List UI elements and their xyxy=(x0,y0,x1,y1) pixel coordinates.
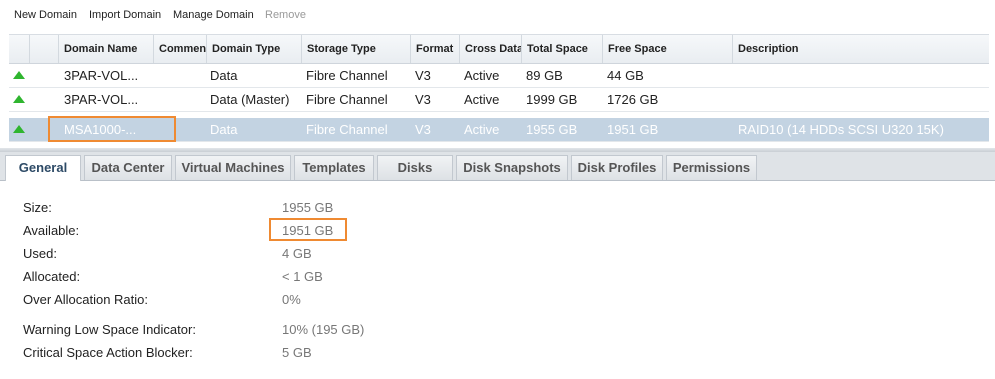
domain-name-cell: 3PAR-VOL... xyxy=(64,68,139,83)
domain-type-cell: Data xyxy=(210,122,238,137)
allocated-value: < 1 GB xyxy=(282,269,323,284)
size-value: 1955 GB xyxy=(282,200,334,215)
format-cell: V3 xyxy=(415,92,431,107)
storage-type-cell: Fibre Channel xyxy=(306,92,388,107)
table-row[interactable]: 3PAR-VOL... Data Fibre Channel V3 Active… xyxy=(9,64,989,88)
header-total-space[interactable]: Total Space xyxy=(521,35,602,63)
available-value: 1951 GB xyxy=(282,223,334,238)
domain-name-cell: 3PAR-VOL... xyxy=(64,92,139,107)
free-space-cell: 44 GB xyxy=(607,68,644,83)
available-label: Available: xyxy=(23,223,80,238)
format-cell: V3 xyxy=(415,122,431,137)
total-space-cell: 89 GB xyxy=(526,68,563,83)
tab-general[interactable]: General xyxy=(5,155,81,181)
tab-disk-snapshots[interactable]: Disk Snapshots xyxy=(456,155,568,180)
header-domain-name[interactable]: Domain Name xyxy=(58,35,153,63)
header-status[interactable] xyxy=(9,35,29,63)
comment-cell xyxy=(153,88,206,111)
header-comment[interactable]: Comment xyxy=(153,35,206,63)
cross-data-cell: Active xyxy=(464,122,500,137)
used-label: Used: xyxy=(23,246,57,261)
up-arrow-icon xyxy=(13,71,25,79)
warning-low-space-label: Warning Low Space Indicator: xyxy=(23,322,196,337)
description-cell xyxy=(732,64,989,87)
format-cell: V3 xyxy=(415,68,431,83)
tab-templates[interactable]: Templates xyxy=(294,155,374,180)
tab-disks[interactable]: Disks xyxy=(377,155,453,180)
tab-virtual-machines[interactable]: Virtual Machines xyxy=(175,155,291,180)
description-cell: RAID10 (14 HDDs SCSI U320 15K) xyxy=(738,122,944,137)
import-domain-button[interactable]: Import Domain xyxy=(89,9,161,21)
header-free-space[interactable]: Free Space xyxy=(602,35,732,63)
tab-data-center[interactable]: Data Center xyxy=(84,155,172,180)
domain-type-cell: Data xyxy=(210,68,238,83)
up-arrow-icon xyxy=(13,95,25,103)
free-space-cell: 1726 GB xyxy=(607,92,659,107)
remove-button[interactable]: Remove xyxy=(265,9,306,21)
comment-cell xyxy=(153,64,206,87)
total-space-cell: 1955 GB xyxy=(526,122,578,137)
manage-domain-button[interactable]: Manage Domain xyxy=(173,9,254,21)
header-format[interactable]: Format xyxy=(410,35,459,63)
general-panel: Size: 1955 GB Available: 1951 GB Used: 4… xyxy=(0,181,995,379)
tab-disk-profiles[interactable]: Disk Profiles xyxy=(571,155,663,180)
description-cell xyxy=(732,88,989,111)
toolbar: New Domain Import Domain Manage Domain R… xyxy=(0,0,995,32)
storage-type-cell: Fibre Channel xyxy=(306,68,388,83)
cross-data-cell: Active xyxy=(464,68,500,83)
header-storage-type[interactable]: Storage Type xyxy=(301,35,410,63)
domain-type-cell: Data (Master) xyxy=(210,92,290,107)
table-row-selected[interactable]: MSA1000-... Data Fibre Channel V3 Active… xyxy=(9,118,989,142)
total-space-cell: 1999 GB xyxy=(526,92,578,107)
header-blank[interactable] xyxy=(29,35,58,63)
over-allocation-ratio-label: Over Allocation Ratio: xyxy=(23,292,149,307)
up-arrow-icon xyxy=(13,125,25,133)
detail-tab-bar: General Data Center Virtual Machines Tem… xyxy=(0,152,995,181)
tab-permissions[interactable]: Permissions xyxy=(666,155,757,180)
size-label: Size: xyxy=(23,200,52,215)
over-allocation-ratio-value: 0% xyxy=(282,292,301,307)
allocated-label: Allocated: xyxy=(23,269,81,284)
table-row[interactable]: 3PAR-VOL... Data (Master) Fibre Channel … xyxy=(9,88,989,112)
comment-cell xyxy=(153,118,206,141)
cross-data-cell: Active xyxy=(464,92,500,107)
header-domain-type[interactable]: Domain Type xyxy=(206,35,301,63)
critical-space-label: Critical Space Action Blocker: xyxy=(23,345,193,360)
free-space-cell: 1951 GB xyxy=(607,122,659,137)
table-header: Domain Name Comment Domain Type Storage … xyxy=(9,35,989,64)
header-description[interactable]: Description xyxy=(732,35,989,63)
storage-domains-table: Domain Name Comment Domain Type Storage … xyxy=(9,34,989,145)
critical-space-value: 5 GB xyxy=(282,345,312,360)
storage-type-cell: Fibre Channel xyxy=(306,122,388,137)
header-cross-data[interactable]: Cross Data xyxy=(459,35,521,63)
warning-low-space-value: 10% (195 GB) xyxy=(282,322,365,337)
used-value: 4 GB xyxy=(282,246,312,261)
new-domain-button[interactable]: New Domain xyxy=(14,9,77,21)
domain-name-cell: MSA1000-... xyxy=(64,122,137,137)
